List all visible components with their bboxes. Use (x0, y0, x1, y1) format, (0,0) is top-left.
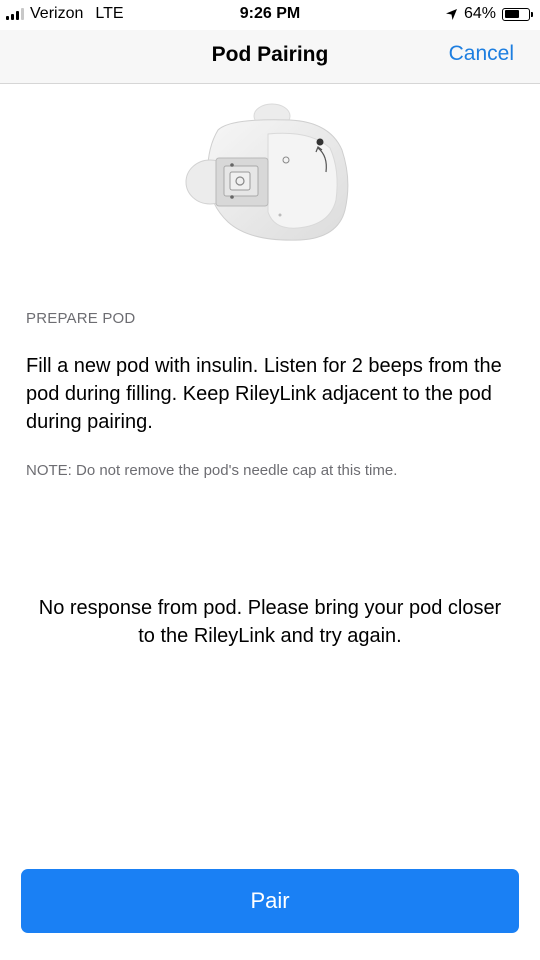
error-message: No response from pod. Please bring your … (38, 597, 502, 647)
battery-icon (502, 7, 533, 21)
status-bar: Verizon LTE 9:26 PM 64% (0, 0, 540, 30)
navigation-bar: Pod Pairing Cancel (0, 30, 540, 84)
pod-illustration (185, 103, 349, 241)
battery-percent: 64% (463, 5, 496, 22)
location-arrow-icon (445, 8, 457, 20)
note-text: NOTE: Do not remove the pod's needle cap… (26, 462, 398, 479)
status-right: 64% (445, 5, 533, 23)
cancel-button[interactable]: Cancel (449, 42, 514, 66)
instructions-text: Fill a new pod with insulin. Listen for … (26, 355, 502, 433)
battery-fill (504, 10, 520, 18)
pair-button[interactable]: Pair (21, 869, 519, 933)
section-header: PREPARE POD (26, 310, 136, 327)
